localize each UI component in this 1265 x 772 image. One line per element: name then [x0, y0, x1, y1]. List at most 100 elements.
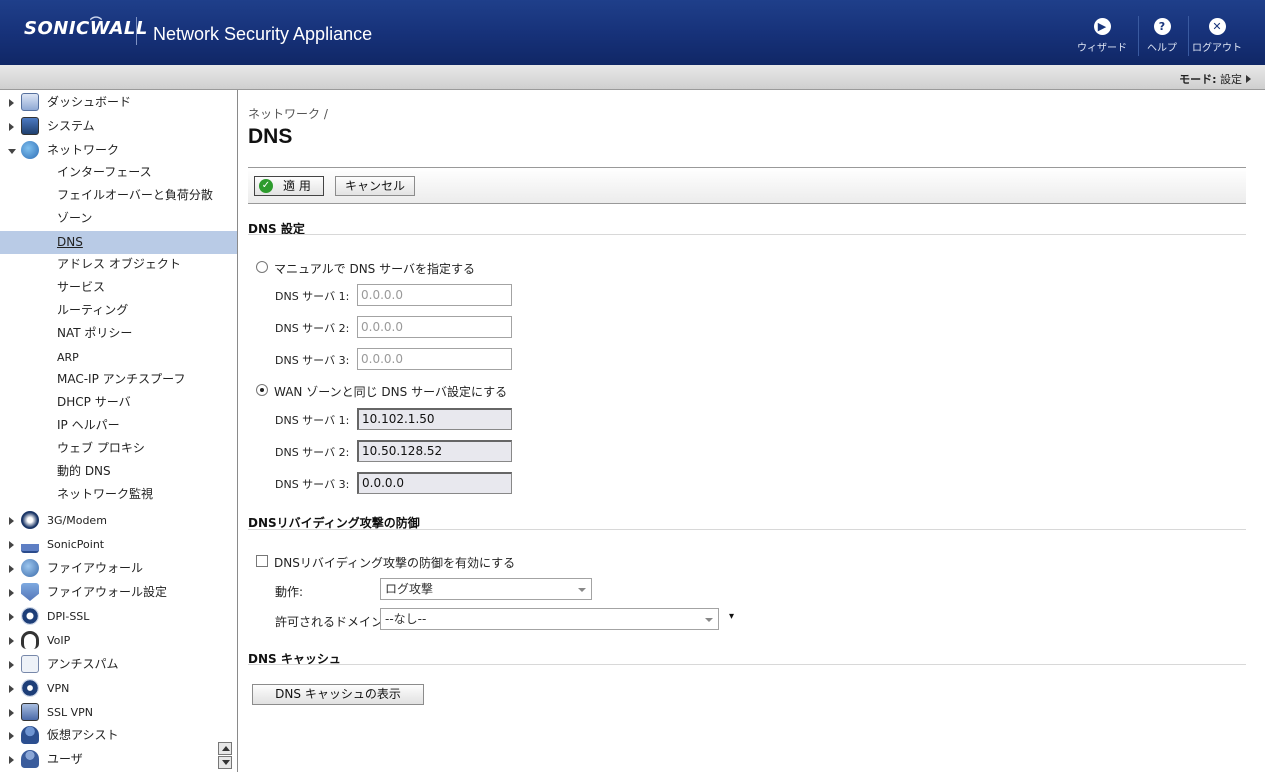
apply-button[interactable]: ✓ 適 用 — [254, 176, 324, 196]
sidebar-item-nat-policies[interactable]: NAT ポリシー — [0, 322, 237, 345]
expand-arrow-icon[interactable] — [9, 589, 14, 597]
expand-arrow-icon[interactable] — [9, 99, 14, 107]
wan-dns-radio[interactable] — [256, 384, 268, 396]
manual-dns1-label: DNS サーバ 1: — [275, 290, 350, 303]
scroll-up-button[interactable] — [218, 742, 232, 755]
sidebar-item-dhcp-server[interactable]: DHCP サーバ — [0, 391, 237, 414]
sidebar-item-dpi-ssl[interactable]: DPI-SSL — [0, 605, 237, 628]
sidebar-item-failover[interactable]: フェイルオーバーと負荷分散 — [0, 184, 237, 207]
sidebar-item-sonicpoint[interactable]: SonicPoint — [0, 533, 237, 556]
expand-arrow-icon[interactable] — [9, 541, 14, 549]
sidebar-item-web-proxy[interactable]: ウェブ プロキシ — [0, 437, 237, 460]
sidebar-item-network-monitor[interactable]: ネットワーク監視 — [0, 483, 237, 506]
expand-arrow-icon[interactable] — [9, 661, 14, 669]
logout-button[interactable]: ✕ ログアウト — [1191, 18, 1243, 58]
firewall-settings-icon — [21, 583, 39, 601]
firewall-icon — [21, 559, 39, 577]
virtual-assist-icon — [21, 726, 39, 744]
manual-dns2-input[interactable]: 0.0.0.0 — [357, 316, 512, 338]
sidebar-item-firewall[interactable]: ファイアウォール — [0, 557, 237, 580]
manual-dns3-label: DNS サーバ 3: — [275, 354, 350, 367]
sidebar-item-dns[interactable]: DNS — [0, 231, 237, 254]
expand-arrow-icon[interactable] — [9, 517, 14, 525]
sonicwall-logo: SONICWALL ⌒ — [24, 16, 148, 39]
wan-dns3-label: DNS サーバ 3: — [275, 478, 350, 491]
sidebar-item-mac-ip-antispoof[interactable]: MAC-IP アンチスプーフ — [0, 368, 237, 391]
network-icon — [21, 141, 39, 159]
sidebar-item-system[interactable]: システム — [0, 115, 237, 138]
main-content: ネットワーク / DNS ✓ 適 用 キャンセル DNS 設定 マニュアルで D… — [239, 90, 1265, 772]
modem-icon — [21, 511, 39, 529]
sidebar-item-routing[interactable]: ルーティング — [0, 299, 237, 322]
wan-dns1-input[interactable]: 10.102.1.50 — [357, 408, 512, 430]
sidebar-item-address-objects[interactable]: アドレス オブジェクト — [0, 253, 237, 276]
sonicpoint-icon — [21, 535, 39, 553]
section-divider — [248, 664, 1246, 665]
manual-dns3-input[interactable]: 0.0.0.0 — [357, 348, 512, 370]
sidebar-item-antispam[interactable]: アンチスパム — [0, 653, 237, 676]
action-label: 動作: — [275, 585, 304, 599]
sidebar-item-dynamic-dns[interactable]: 動的 DNS — [0, 460, 237, 483]
expand-arrow-icon[interactable] — [9, 123, 14, 131]
expand-arrow-icon[interactable] — [9, 756, 14, 764]
cancel-button[interactable]: キャンセル — [335, 176, 415, 196]
sidebar-item-vpn[interactable]: VPN — [0, 677, 237, 700]
page-title: DNS — [248, 125, 293, 148]
expand-arrow-icon[interactable] — [9, 613, 14, 621]
expand-arrow-icon[interactable] — [9, 685, 14, 693]
manual-dns1-input[interactable]: 0.0.0.0 — [357, 284, 512, 306]
collapse-arrow-icon[interactable] — [8, 149, 16, 154]
scroll-down-button[interactable] — [218, 756, 232, 769]
action-select[interactable]: ログ攻撃 — [380, 578, 592, 600]
voip-icon — [21, 631, 39, 649]
sidebar-item-3g-modem[interactable]: 3G/Modem — [0, 509, 237, 532]
wan-dns2-input[interactable]: 10.50.128.52 — [357, 440, 512, 462]
sidebar-item-arp[interactable]: ARP — [0, 346, 237, 369]
antispam-icon — [21, 655, 39, 673]
sidebar-item-users[interactable]: ユーザ — [0, 748, 237, 771]
wizard-icon: ▶ — [1093, 18, 1111, 35]
sidebar-item-services[interactable]: サービス — [0, 276, 237, 299]
logout-icon: ✕ — [1208, 18, 1226, 35]
wizard-button[interactable]: ▶ ウィザード — [1076, 18, 1128, 58]
expand-arrow-icon[interactable] — [9, 565, 14, 573]
rebinding-enable-checkbox[interactable] — [256, 555, 268, 567]
allowed-domains-select[interactable]: --なし-- — [380, 608, 719, 630]
header-separator — [1188, 16, 1189, 56]
wan-dns2-label: DNS サーバ 2: — [275, 446, 350, 459]
breadcrumb[interactable]: ネットワーク / — [248, 105, 328, 122]
header-divider — [136, 17, 137, 45]
wan-dns3-input[interactable]: 0.0.0.0 — [357, 472, 512, 494]
sidebar-item-network[interactable]: ネットワーク — [0, 139, 237, 162]
sidebar: ダッシュボード システム ネットワーク インターフェース フェイルオーバーと負荷… — [0, 90, 238, 772]
triangle-right-icon — [1246, 75, 1251, 83]
wan-dns-label: WAN ゾーンと同じ DNS サーバ設定にする — [274, 385, 508, 399]
dashboard-icon — [21, 93, 39, 111]
section-divider — [248, 234, 1246, 235]
sidebar-item-zones[interactable]: ゾーン — [0, 207, 237, 230]
sidebar-item-dashboard[interactable]: ダッシュボード — [0, 91, 237, 114]
mode-selector[interactable]: モード: 設定 — [1179, 71, 1251, 87]
expand-arrow-icon[interactable] — [9, 732, 14, 740]
sidebar-scrollbar[interactable] — [218, 742, 233, 770]
manual-dns-radio[interactable] — [256, 261, 268, 273]
chevron-down-icon — [578, 588, 586, 592]
dpi-ssl-icon — [21, 607, 39, 625]
sidebar-item-interfaces[interactable]: インターフェース — [0, 161, 237, 184]
checkmark-icon: ✓ — [259, 179, 273, 193]
help-button[interactable]: ? ヘルプ — [1136, 18, 1188, 58]
sidebar-item-firewall-settings[interactable]: ファイアウォール設定 — [0, 581, 237, 604]
expand-arrow-icon[interactable] — [9, 637, 14, 645]
rebinding-enable-label: DNSリバイディング攻撃の防御を有効にする — [274, 556, 516, 570]
expand-arrow-icon[interactable] — [9, 709, 14, 717]
help-icon: ? — [1153, 18, 1171, 35]
sidebar-item-ssl-vpn[interactable]: SSL VPN — [0, 701, 237, 724]
wan-dns1-label: DNS サーバ 1: — [275, 414, 350, 427]
section-divider — [248, 529, 1246, 530]
allowed-domains-label: 許可されるドメイン: — [275, 615, 388, 629]
sidebar-item-virtual-assist[interactable]: 仮想アシスト — [0, 724, 237, 747]
sidebar-item-voip[interactable]: VoIP — [0, 629, 237, 652]
show-dns-cache-button[interactable]: DNS キャッシュの表示 — [252, 684, 424, 705]
app-header: SONICWALL ⌒ Network Security Appliance ▶ … — [0, 0, 1265, 65]
sidebar-item-ip-helper[interactable]: IP ヘルパー — [0, 414, 237, 437]
